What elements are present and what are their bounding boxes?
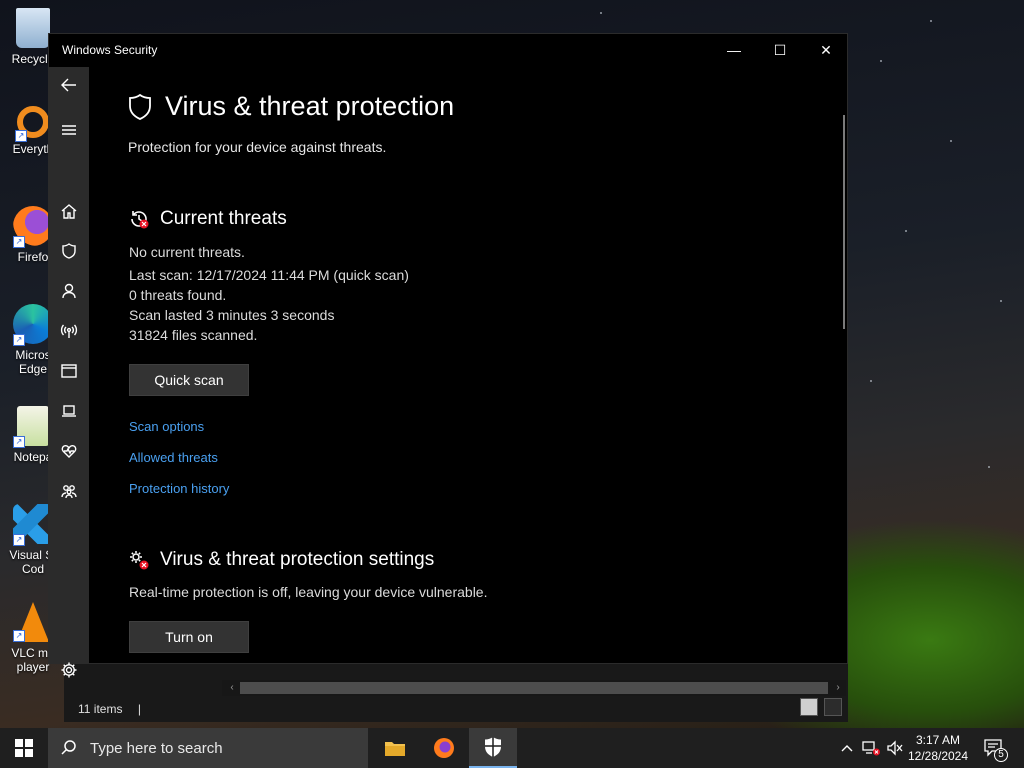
close-button[interactable]: ✕ <box>803 34 849 67</box>
files-scanned-line: 31824 files scanned. <box>129 327 258 343</box>
scan-duration-line: Scan lasted 3 minutes 3 seconds <box>129 307 335 323</box>
shield-icon <box>485 737 501 757</box>
threats-found-line: 0 threats found. <box>129 287 227 303</box>
back-arrow-icon[interactable] <box>49 67 89 103</box>
text-cursor: | <box>137 702 141 716</box>
page-subtitle: Protection for your device against threa… <box>128 139 387 155</box>
device-health-heart-icon[interactable] <box>49 433 89 469</box>
view-toggle-group <box>800 698 842 716</box>
large-icons-view-icon[interactable] <box>824 698 842 716</box>
everything-search-icon: ↗ <box>15 106 49 142</box>
windows-security-window: Windows Security — ☐ ✕ Virus & threat pr… <box>48 33 848 678</box>
family-options-icon[interactable] <box>49 473 89 509</box>
sidebar <box>49 67 89 678</box>
maximize-button[interactable]: ☐ <box>757 34 803 67</box>
firewall-network-icon[interactable] <box>49 313 89 349</box>
desktop-icon-label: Firefo <box>17 250 49 264</box>
page-heading: Virus & threat protection <box>127 91 454 122</box>
windows-logo-icon <box>15 739 33 757</box>
page-title: Virus & threat protection <box>165 91 455 121</box>
settings-gear-icon[interactable] <box>49 652 89 688</box>
quick-scan-button[interactable]: Quick scan <box>129 364 249 396</box>
device-security-laptop-icon[interactable] <box>49 393 89 429</box>
section-title: Virus & threat protection settings <box>160 549 435 570</box>
search-icon <box>61 740 76 755</box>
notification-count-badge: 5 <box>994 748 1008 762</box>
scroll-left-icon[interactable]: ‹ <box>224 680 240 696</box>
edge-icon: ↗ <box>13 304 53 346</box>
horizontal-scrollbar[interactable]: ‹ › <box>222 680 846 696</box>
taskbar-file-explorer[interactable] <box>371 728 419 768</box>
vscode-icon: ↗ <box>13 504 53 546</box>
settings-alert-icon <box>130 551 149 570</box>
network-icon[interactable] <box>860 728 882 768</box>
notepad-plus-icon: ↗ <box>13 406 49 448</box>
title-bar[interactable]: Windows Security — ☐ ✕ <box>49 34 847 67</box>
desktop-icon-label: Notepa <box>13 450 53 464</box>
scan-options-link[interactable]: Scan options <box>129 419 204 434</box>
taskbar-windows-security[interactable] <box>469 728 517 768</box>
allowed-threats-link[interactable]: Allowed threats <box>129 450 218 465</box>
current-threats-heading: Current threats <box>128 208 287 230</box>
protection-history-link[interactable]: Protection history <box>129 481 229 496</box>
scroll-right-icon[interactable]: › <box>830 680 846 696</box>
desktop-icon-label: Micros Edge <box>15 348 51 376</box>
taskbar-firefox[interactable] <box>420 728 468 768</box>
turn-on-button[interactable]: Turn on <box>129 621 249 653</box>
window-title: Windows Security <box>62 43 158 57</box>
taskbar-search-box[interactable]: Type here to search <box>48 728 368 768</box>
file-explorer-window: ‹ › 11 items | <box>64 660 848 722</box>
minimize-button[interactable]: — <box>711 34 757 67</box>
start-button[interactable] <box>0 728 48 768</box>
firefox-icon: ↗ <box>13 206 53 248</box>
clock-date: 12/28/2024 <box>907 749 969 763</box>
protection-settings-heading: Virus & threat protection settings <box>128 549 434 571</box>
recycle-bin-icon <box>16 8 50 48</box>
search-placeholder: Type here to search <box>90 739 223 757</box>
shield-icon[interactable] <box>49 233 89 269</box>
home-icon[interactable] <box>49 193 89 229</box>
vertical-scrollbar[interactable] <box>843 115 845 329</box>
threat-history-icon <box>131 211 149 229</box>
details-view-icon[interactable] <box>800 698 818 716</box>
realtime-protection-status: Real-time protection is off, leaving you… <box>129 584 488 600</box>
item-count: 11 items <box>78 702 123 716</box>
app-browser-control-icon[interactable] <box>49 353 89 389</box>
section-title: Current threats <box>160 208 287 229</box>
volume-muted-icon[interactable] <box>884 728 906 768</box>
scrollbar-thumb[interactable] <box>240 682 828 694</box>
shield-icon <box>129 93 151 120</box>
vlc-icon: ↗ <box>13 602 49 642</box>
firefox-icon <box>434 738 454 758</box>
account-person-icon[interactable] <box>49 273 89 309</box>
clock-time: 3:17 AM <box>915 733 961 747</box>
folder-icon <box>385 742 405 756</box>
status-bar: 11 items | <box>78 702 141 716</box>
threat-status-line: No current threats. <box>129 244 245 260</box>
show-hidden-icons-chevron-icon[interactable] <box>838 728 856 768</box>
last-scan-line: Last scan: 12/17/2024 11:44 PM (quick sc… <box>129 267 409 283</box>
hamburger-menu-icon[interactable] <box>49 112 89 148</box>
system-clock[interactable]: 3:17 AM 12/28/2024 <box>906 732 970 764</box>
notification-center-button[interactable]: 5 <box>978 728 1010 768</box>
taskbar: Type here to search 3:17 AM 12/28/2024 5 <box>0 728 1024 768</box>
